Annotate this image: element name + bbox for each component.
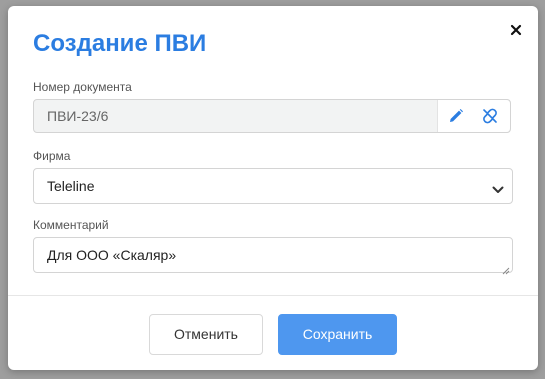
dialog-title: Создание ПВИ <box>33 30 207 57</box>
create-pvi-dialog: Создание ПВИ Номер документа ПВИ-23/6 Фи… <box>8 6 538 370</box>
cancel-button[interactable]: Отменить <box>149 314 263 355</box>
close-icon[interactable] <box>506 20 526 40</box>
comment-label: Комментарий <box>33 218 109 232</box>
pencil-icon[interactable] <box>448 108 464 124</box>
unlink-icon[interactable] <box>482 108 498 124</box>
firm-select[interactable]: Teleline <box>33 168 513 204</box>
firm-label: Фирма <box>33 149 71 163</box>
resize-grip-icon[interactable] <box>502 262 510 275</box>
chevron-down-icon <box>492 182 504 193</box>
comment-value: Для ООО «Скаляр» <box>47 247 177 263</box>
doc-number-actions <box>437 100 510 132</box>
save-button[interactable]: Сохранить <box>278 314 397 355</box>
doc-number-value: ПВИ-23/6 <box>47 108 109 124</box>
firm-value: Teleline <box>47 178 95 194</box>
footer-divider <box>8 295 538 296</box>
doc-number-field: ПВИ-23/6 <box>33 99 511 133</box>
comment-textarea[interactable]: Для ООО «Скаляр» <box>33 237 513 275</box>
doc-number-label: Номер документа <box>33 80 132 94</box>
